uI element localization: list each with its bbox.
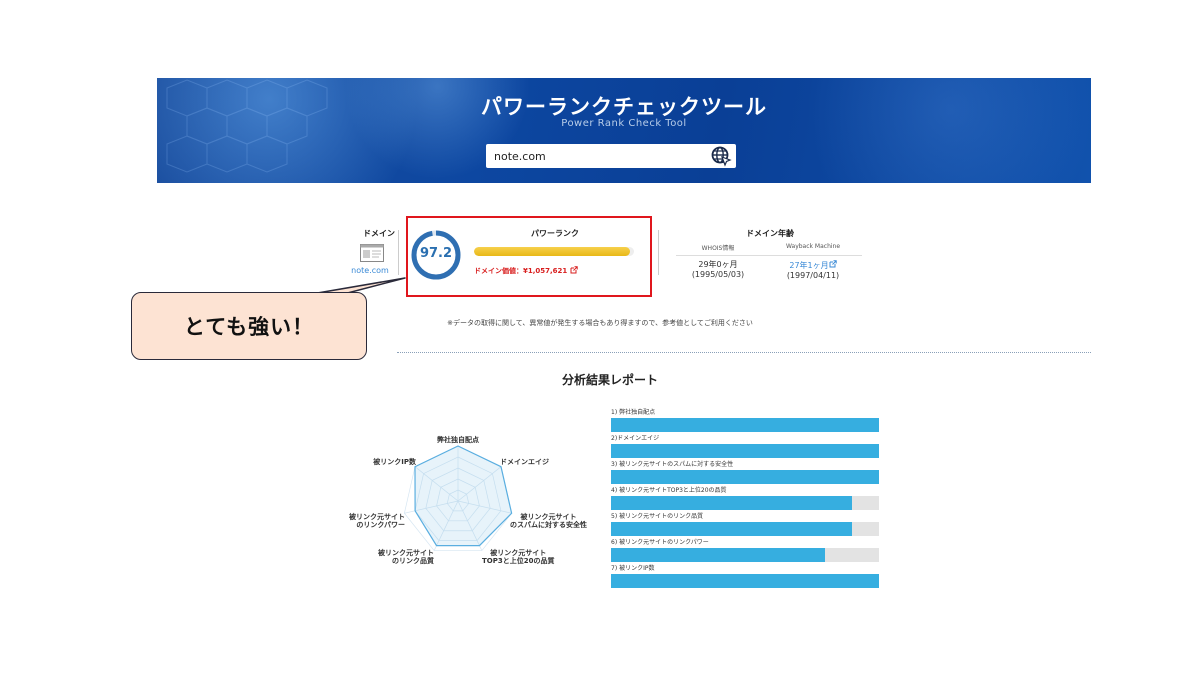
score-bar-item: 4) 被リンク元サイトTOP3と上位20の品質 [611, 486, 879, 512]
header-banner: パワーランクチェックツール Power Rank Check Tool [157, 78, 1091, 183]
radar-label: 被リンクIP数 [373, 458, 416, 466]
report-title: 分析結果レポート [561, 373, 658, 387]
globe-cursor-icon[interactable] [710, 145, 732, 167]
radar-label: ドメインエイジ [500, 458, 549, 466]
domain-age-label: ドメイン年齢 [746, 229, 794, 238]
power-rank-score: 97.2 [419, 246, 453, 261]
score-bar-track [611, 574, 879, 588]
website-thumbnail-icon [360, 244, 384, 262]
score-bar-fill [611, 470, 879, 484]
power-rank-label: パワーランク [531, 229, 579, 238]
search-input[interactable] [486, 144, 710, 168]
score-bar-item: 1) 弊社独自配点 [611, 408, 879, 434]
power-rank-bar [474, 247, 634, 256]
score-bar-fill [611, 496, 853, 510]
score-bars: 1) 弊社独自配点 2)ドメインエイジ 3) 被リンク元サイトのスパムに対する安全性… [611, 408, 879, 590]
power-rank-bar-fill [474, 247, 630, 256]
radar-chart-svg [404, 445, 513, 551]
score-bar-track [611, 548, 879, 562]
score-bar-track [611, 522, 879, 536]
disclaimer-note: ※データの取得に関して、異常値が発生する場合もあり得ますので、参考値としてご利用… [447, 319, 753, 327]
page-subtitle: Power Rank Check Tool [561, 118, 687, 129]
radar-value-shape [414, 445, 513, 547]
score-bar-label: 4) 被リンク元サイトTOP3と上位20の品質 [611, 487, 727, 494]
score-bar-fill [611, 574, 879, 588]
domain-value-text: ドメイン価値：¥1,057,621 [474, 267, 568, 275]
score-bar-label: 6) 被リンク元サイトのリンクパワー [611, 539, 709, 546]
page-title: パワーランクチェックツール [481, 95, 767, 119]
score-bar-item: 2)ドメインエイジ [611, 434, 879, 460]
radar-chart: 弊社独自配点 ドメインエイジ 被リンク元サイト のスパムに対する安全性 被リンク元サイト… [330, 428, 600, 578]
radar-label: 被リンク元サイト のスパムに対する安全性 [510, 513, 587, 529]
score-bar-label: 7) 被リンクIP数 [611, 565, 655, 572]
radar-label: 被リンク元サイト のリンク品質 [378, 549, 434, 565]
score-bar-fill [611, 522, 853, 536]
search-box [486, 144, 736, 168]
wayback-value: 27年1ヶ月 (1997/04/11) [763, 260, 863, 281]
domain-section: ドメイン [340, 228, 395, 239]
score-bar-track [611, 470, 879, 484]
score-bar-fill [611, 418, 879, 432]
radar-label: 被リンク元サイト TOP3と上位20の品質 [482, 549, 555, 565]
score-bar-item: 7) 被リンクIP数 [611, 564, 879, 590]
divider [658, 230, 659, 275]
score-bar-item: 6) 被リンク元サイトのリンクパワー [611, 538, 879, 564]
domain-value-link[interactable]: ドメイン価値：¥1,057,621 [474, 266, 578, 276]
domain-label: ドメイン [363, 229, 395, 238]
score-bar-fill [611, 444, 879, 458]
whois-date: (1995/05/03) [691, 270, 745, 279]
wayback-label: Wayback Machine [785, 243, 841, 250]
whois-age: 29年0ヶ月 [698, 260, 738, 269]
divider [676, 255, 862, 256]
radar-label: 被リンク元サイト のリンクパワー [349, 513, 405, 529]
divider [398, 230, 399, 275]
score-bar-label: 1) 弊社独自配点 [611, 409, 656, 416]
radar-label: 弊社独自配点 [437, 436, 479, 444]
whois-label: WHOIS情報 [701, 245, 735, 252]
score-bar-item: 3) 被リンク元サイトのスパムに対する安全性 [611, 460, 879, 486]
score-bar-track [611, 418, 879, 432]
wayback-age: 27年1ヶ月 [789, 261, 829, 270]
score-bar-track [611, 444, 879, 458]
section-divider [397, 352, 1091, 353]
whois-value: 29年0ヶ月 (1995/05/03) [668, 260, 768, 280]
score-bar-label: 3) 被リンク元サイトのスパムに対する安全性 [611, 461, 734, 468]
external-link-icon [570, 266, 578, 274]
score-bar-track [611, 496, 879, 510]
score-bar-label: 5) 被リンク元サイトのリンク品質 [611, 513, 704, 520]
score-bar-item: 5) 被リンク元サイトのリンク品質 [611, 512, 879, 538]
domain-name-link[interactable]: note.com [347, 266, 393, 275]
score-bar-fill [611, 548, 826, 562]
score-bar-label: 2)ドメインエイジ [611, 435, 660, 442]
wayback-age-link[interactable]: 27年1ヶ月 [763, 260, 863, 271]
external-link-icon [829, 260, 837, 268]
wayback-date: (1997/04/11) [786, 271, 840, 280]
